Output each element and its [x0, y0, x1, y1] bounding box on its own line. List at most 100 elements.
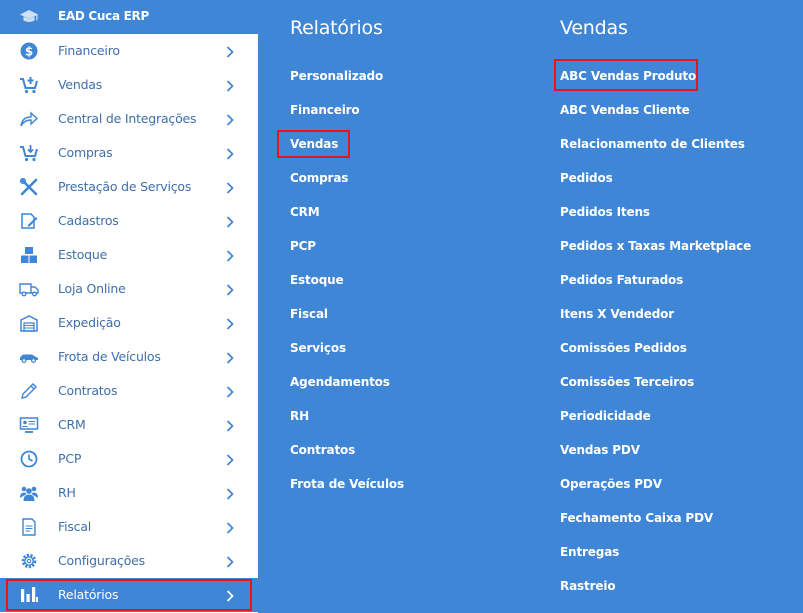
people-icon	[19, 484, 39, 502]
relatorios-link-frota-de-ve-culos[interactable]: Frota de Veículos	[290, 477, 404, 491]
relatorios-link-agendamentos[interactable]: Agendamentos	[290, 375, 390, 389]
chevron-right-icon	[225, 78, 235, 92]
sidebar-item-expedi-o[interactable]: Expedição	[0, 306, 258, 340]
sidebar-item-estoque[interactable]: Estoque	[0, 238, 258, 272]
app-title: EAD Cuca ERP	[58, 9, 149, 23]
clock-icon	[19, 450, 39, 468]
sidebar-item-label: Compras	[58, 145, 113, 160]
vendas-link-itens-x-vendedor[interactable]: Itens X Vendedor	[560, 307, 674, 321]
sidebar-header[interactable]: EAD Cuca ERP	[0, 0, 258, 34]
vendas-link-periodicidade[interactable]: Periodicidade	[560, 409, 651, 423]
chevron-right-icon	[225, 350, 235, 364]
pen-icon	[19, 382, 39, 400]
vendas-link-pedidos-faturados[interactable]: Pedidos Faturados	[560, 273, 683, 287]
edit-document-icon	[19, 212, 39, 230]
cart-plus-icon	[19, 76, 39, 94]
sidebar-menu: $ Financeiro Vendas Central de Integrações C…	[0, 34, 258, 612]
sidebar-item-frota-de-ve-culos[interactable]: Frota de Veículos	[0, 340, 258, 374]
sidebar-item-label: Vendas	[58, 77, 103, 92]
chevron-right-icon	[225, 44, 235, 58]
sidebar: EAD Cuca ERP $ Financeiro Vendas Central de…	[0, 0, 258, 613]
sidebar-item-label: Central de Integrações	[58, 111, 197, 126]
sidebar-item-rh[interactable]: RH	[0, 476, 258, 510]
chevron-right-icon	[225, 112, 235, 126]
sidebar-item-label: Prestação de Serviços	[58, 179, 192, 194]
svg-text:$: $	[25, 45, 33, 59]
car-icon	[19, 348, 39, 366]
vendas-link-vendas-pdv[interactable]: Vendas PDV	[560, 443, 640, 457]
vendas-link-fechamento-caixa-pdv[interactable]: Fechamento Caixa PDV	[560, 511, 713, 525]
vendas-link-comiss-es-pedidos[interactable]: Comissões Pedidos	[560, 341, 687, 355]
chevron-right-icon	[225, 384, 235, 398]
relatorios-link-financeiro[interactable]: Financeiro	[290, 103, 360, 117]
relatorios-link-fiscal[interactable]: Fiscal	[290, 307, 328, 321]
sidebar-item-financeiro[interactable]: $ Financeiro	[0, 34, 258, 68]
monitor-contact-icon	[19, 416, 39, 434]
sidebar-item-vendas[interactable]: Vendas	[0, 68, 258, 102]
sidebar-item-label: Relatórios	[58, 587, 119, 602]
vendas-link-rastreio[interactable]: Rastreio	[560, 579, 616, 593]
relatorios-link-vendas[interactable]: Vendas	[290, 137, 338, 151]
sidebar-item-label: Expedição	[58, 315, 121, 330]
boxes-icon	[19, 246, 39, 264]
chevron-right-icon	[225, 520, 235, 534]
sidebar-item-loja-online[interactable]: Loja Online	[0, 272, 258, 306]
graduation-cap-icon	[19, 9, 39, 25]
chevron-right-icon	[225, 418, 235, 432]
chevron-right-icon	[225, 180, 235, 194]
reports-panel: Relatórios Personalizado Financeiro Vendas…	[258, 0, 803, 613]
sidebar-item-compras[interactable]: Compras	[0, 136, 258, 170]
chevron-right-icon	[225, 554, 235, 568]
relatorios-link-personalizado[interactable]: Personalizado	[290, 69, 383, 83]
sidebar-item-label: Frota de Veículos	[58, 349, 161, 364]
sidebar-item-cadastros[interactable]: Cadastros	[0, 204, 258, 238]
gear-icon	[19, 552, 39, 570]
sidebar-item-presta-o-de-servi-os[interactable]: Prestação de Serviços	[0, 170, 258, 204]
warehouse-icon	[19, 314, 39, 332]
relatorios-link-estoque[interactable]: Estoque	[290, 273, 344, 287]
relatorios-link-servi-os[interactable]: Serviços	[290, 341, 346, 355]
vendas-link-pedidos-x-taxas-marketplace[interactable]: Pedidos x Taxas Marketplace	[560, 239, 751, 253]
chevron-right-icon	[225, 486, 235, 500]
vendas-link-pedidos-itens[interactable]: Pedidos Itens	[560, 205, 650, 219]
vendas-link-abc-vendas-produto[interactable]: ABC Vendas Produto	[560, 69, 696, 83]
vendas-link-entregas[interactable]: Entregas	[560, 545, 619, 559]
relatorios-link-crm[interactable]: CRM	[290, 205, 320, 219]
chevron-right-icon	[225, 588, 235, 602]
sidebar-item-central-de-integra-es[interactable]: Central de Integrações	[0, 102, 258, 136]
sidebar-item-contratos[interactable]: Contratos	[0, 374, 258, 408]
vendas-link-relacionamento-de-clientes[interactable]: Relacionamento de Clientes	[560, 137, 745, 151]
sidebar-item-relat-rios[interactable]: Relatórios	[0, 578, 258, 612]
bar-chart-icon	[19, 586, 39, 604]
sidebar-item-configura-es[interactable]: Configurações	[0, 544, 258, 578]
dollar-circle-icon: $	[19, 42, 39, 60]
chevron-right-icon	[225, 282, 235, 296]
chevron-right-icon	[225, 452, 235, 466]
relatorios-link-pcp[interactable]: PCP	[290, 239, 316, 253]
sidebar-item-label: CRM	[58, 417, 86, 432]
vendas-link-opera-es-pdv[interactable]: Operações PDV	[560, 477, 662, 491]
sidebar-item-label: Loja Online	[58, 281, 126, 296]
relatorios-link-rh[interactable]: RH	[290, 409, 309, 423]
sidebar-item-pcp[interactable]: PCP	[0, 442, 258, 476]
vendas-title: Vendas	[560, 17, 628, 39]
vendas-link-abc-vendas-cliente[interactable]: ABC Vendas Cliente	[560, 103, 690, 117]
sidebar-item-fiscal[interactable]: Fiscal	[0, 510, 258, 544]
chevron-right-icon	[225, 248, 235, 262]
tools-icon	[19, 178, 39, 196]
sidebar-item-label: Configurações	[58, 553, 145, 568]
sidebar-item-label: Estoque	[58, 247, 108, 262]
relatorios-link-contratos[interactable]: Contratos	[290, 443, 355, 457]
document-icon	[19, 518, 39, 536]
vendas-link-comiss-es-terceiros[interactable]: Comissões Terceiros	[560, 375, 694, 389]
relatorios-title: Relatórios	[290, 17, 383, 39]
relatorios-link-compras[interactable]: Compras	[290, 171, 348, 185]
sidebar-item-crm[interactable]: CRM	[0, 408, 258, 442]
chevron-right-icon	[225, 316, 235, 330]
sidebar-item-label: Fiscal	[58, 519, 92, 534]
sidebar-item-label: RH	[58, 485, 76, 500]
chevron-right-icon	[225, 146, 235, 160]
cart-download-icon	[19, 144, 39, 162]
vendas-link-pedidos[interactable]: Pedidos	[560, 171, 613, 185]
sidebar-item-label: Contratos	[58, 383, 118, 398]
